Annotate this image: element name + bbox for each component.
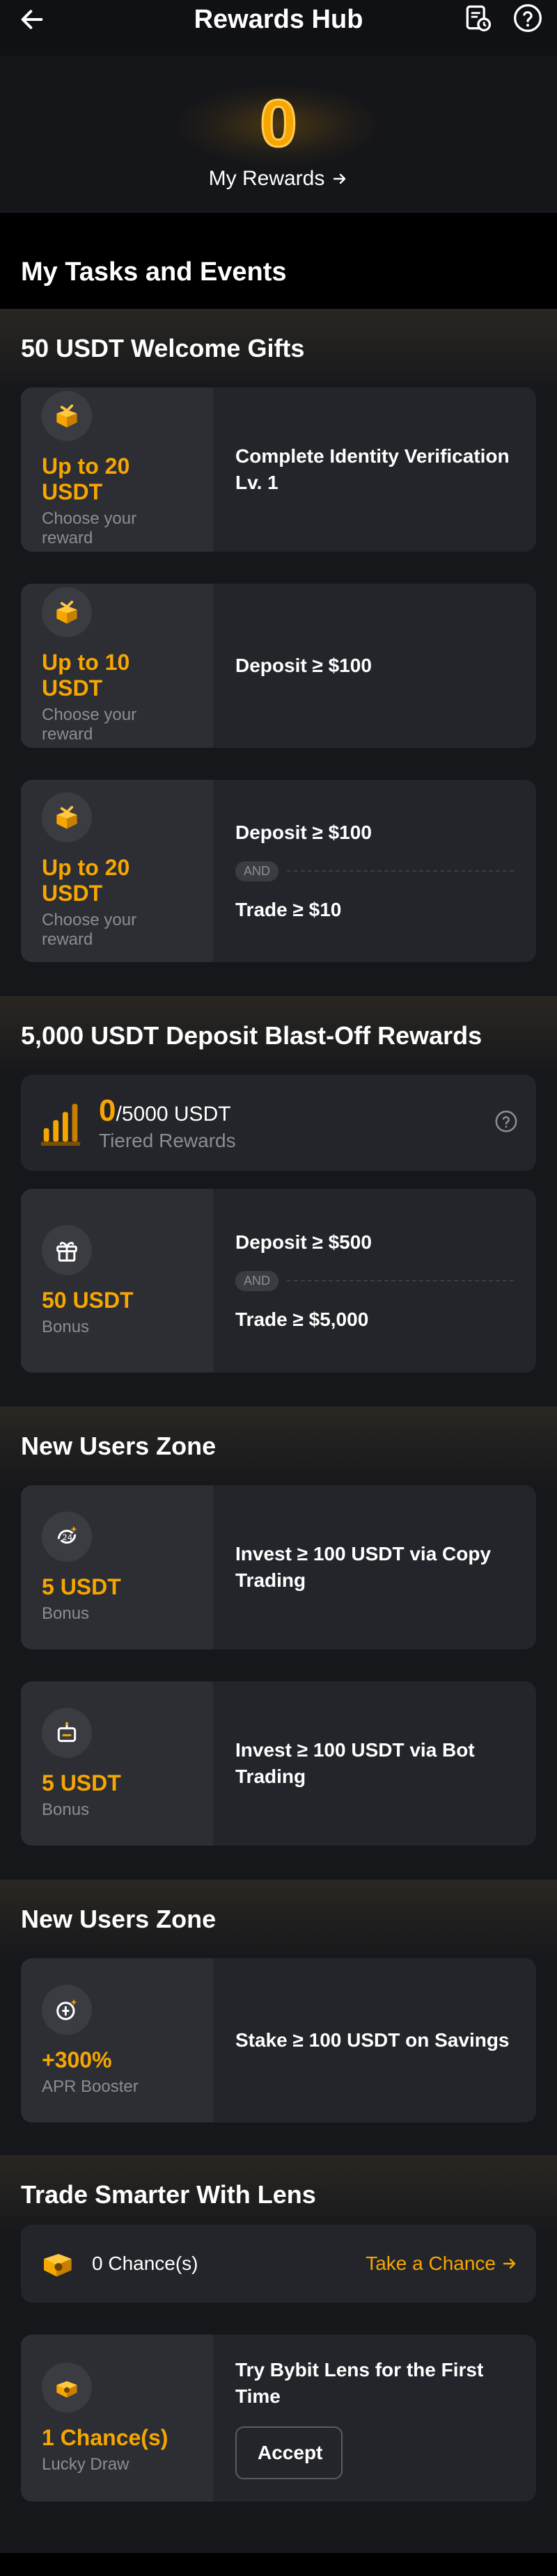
- lens-box-icon: [44, 2254, 72, 2277]
- tier-progress-text: 0/5000 USDT: [99, 1094, 236, 1128]
- reward-subtitle: Choose your reward: [42, 705, 137, 744]
- lens-icon: [42, 2362, 92, 2413]
- task-label: Try Bybit Lens for the First Time: [235, 2359, 484, 2407]
- gift-box-icon: [42, 587, 92, 637]
- tier-label: Tiered Rewards: [99, 1130, 236, 1151]
- task-label: Invest ≥ 100 USDT via Copy Trading: [235, 1543, 492, 1591]
- lens-title: Trade Smarter With Lens: [21, 2180, 316, 2209]
- svg-text:24: 24: [62, 1533, 72, 1542]
- reward-subtitle: Bonus: [42, 1317, 90, 1336]
- reward-amount: 5 USDT: [42, 1574, 121, 1599]
- task-label: Trade ≥ $5,000: [235, 1308, 369, 1330]
- tasks-heading: My Tasks and Events: [21, 257, 287, 287]
- chances-count: 0 Chance(s): [92, 2253, 198, 2274]
- savings-booster-card[interactable]: +300% APR Booster Stake ≥ 100 USDT on Sa…: [21, 1958, 536, 2122]
- reward-amount: Up to 20 USDT: [42, 855, 130, 906]
- and-pill: AND: [235, 861, 279, 881]
- new-users-zone-savings-section: New Users Zone +300% APR Booster Stake ≥…: [0, 1880, 557, 2155]
- and-divider: AND: [235, 861, 514, 881]
- lens-section: Trade Smarter With Lens 0 Chance(s) Take…: [0, 2155, 557, 2553]
- tiered-rewards-progress[interactable]: 0/5000 USDT Tiered Rewards: [21, 1075, 536, 1171]
- welcome-card-deposit-trade[interactable]: Up to 20 USDT Choose your reward Deposit…: [21, 780, 536, 962]
- history-icon[interactable]: [462, 3, 493, 37]
- bot-trading-card[interactable]: 5 USDT Bonus Invest ≥ 100 USDT via Bot T…: [21, 1681, 536, 1846]
- and-pill: AND: [235, 1270, 279, 1291]
- blastoff-section: 5,000 USDT Deposit Blast-Off Rewards 0/5…: [0, 996, 557, 1407]
- reward-count: 0: [259, 86, 298, 161]
- take-a-chance-label: Take a Chance: [366, 2253, 496, 2274]
- reward-amount: +300%: [42, 2047, 112, 2072]
- gift-box-icon: [42, 792, 92, 842]
- my-rewards-label: My Rewards: [208, 167, 325, 190]
- reward-amount: 50 USDT: [42, 1287, 134, 1313]
- info-icon[interactable]: [494, 1110, 518, 1137]
- reward-subtitle: APR Booster: [42, 2077, 139, 2096]
- copy-trading-icon: 24: [42, 1511, 92, 1562]
- gift-icon: [42, 1224, 92, 1275]
- task-label: Deposit ≥ $100: [235, 821, 372, 843]
- tier-total: /5000 USDT: [116, 1103, 231, 1126]
- blastoff-title: 5,000 USDT Deposit Blast-Off Rewards: [21, 1021, 483, 1050]
- task-label: Deposit ≥ $500: [235, 1231, 372, 1253]
- new-users-title-2: New Users Zone: [21, 1905, 217, 1933]
- reward-subtitle: Choose your reward: [42, 509, 137, 547]
- reward-amount: 1 Chance(s): [42, 2424, 168, 2450]
- chances-row[interactable]: 0 Chance(s) Take a Chance: [21, 2225, 536, 2303]
- welcome-card-deposit[interactable]: Up to 10 USDT Choose your reward Deposit…: [21, 584, 536, 748]
- accept-button[interactable]: Accept: [235, 2426, 343, 2479]
- reward-subtitle: Choose your reward: [42, 911, 137, 949]
- reward-subtitle: Lucky Draw: [42, 2454, 130, 2474]
- new-users-zone-section: New Users Zone 24 5 USDT Bonus Invest ≥ …: [0, 1407, 557, 1880]
- lens-first-time-card[interactable]: 1 Chance(s) Lucky Draw Try Bybit Lens fo…: [21, 2335, 536, 2502]
- and-divider: AND: [235, 1270, 514, 1291]
- welcome-gifts-title: 50 USDT Welcome Gifts: [21, 334, 305, 362]
- bot-icon: [42, 1707, 92, 1758]
- gift-box-icon: [42, 391, 92, 441]
- reward-amount: 5 USDT: [42, 1770, 121, 1795]
- welcome-card-kyc[interactable]: Up to 20 USDT Choose your reward Complet…: [21, 387, 536, 552]
- task-label: Invest ≥ 100 USDT via Bot Trading: [235, 1739, 475, 1787]
- tier-current: 0: [99, 1094, 116, 1128]
- top-bar: Rewards Hub: [0, 0, 557, 56]
- blastoff-bonus-card[interactable]: 50 USDT Bonus Deposit ≥ $500 AND Trade ≥…: [21, 1189, 536, 1373]
- new-users-title: New Users Zone: [21, 1432, 217, 1460]
- reward-subtitle: Bonus: [42, 1603, 90, 1623]
- bar-chart-rocket-icon: [40, 1103, 81, 1146]
- copy-trading-card[interactable]: 24 5 USDT Bonus Invest ≥ 100 USDT via Co…: [21, 1485, 536, 1649]
- task-label: Complete Identity Verification Lv. 1: [235, 445, 510, 493]
- tasks-section-header: My Tasks and Events: [0, 213, 557, 309]
- rewards-hero: 0 My Rewards: [0, 56, 557, 213]
- reward-amount: Up to 10 USDT: [42, 650, 130, 701]
- help-icon[interactable]: [512, 3, 543, 37]
- task-label: Stake ≥ 100 USDT on Savings: [235, 2029, 510, 2051]
- reward-subtitle: Bonus: [42, 1800, 90, 1819]
- arrow-right-icon: [503, 2258, 516, 2269]
- task-label: Trade ≥ $10: [235, 898, 342, 920]
- task-label: Deposit ≥ $100: [235, 655, 372, 676]
- welcome-gifts-section: 50 USDT Welcome Gifts Up to 20 USDT Choo…: [0, 309, 557, 996]
- take-a-chance-link[interactable]: Take a Chance: [366, 2253, 518, 2275]
- apr-booster-icon: [42, 1984, 92, 2035]
- my-rewards-link[interactable]: My Rewards: [0, 167, 557, 191]
- arrow-right-icon: [334, 173, 346, 184]
- reward-amount: Up to 20 USDT: [42, 454, 130, 504]
